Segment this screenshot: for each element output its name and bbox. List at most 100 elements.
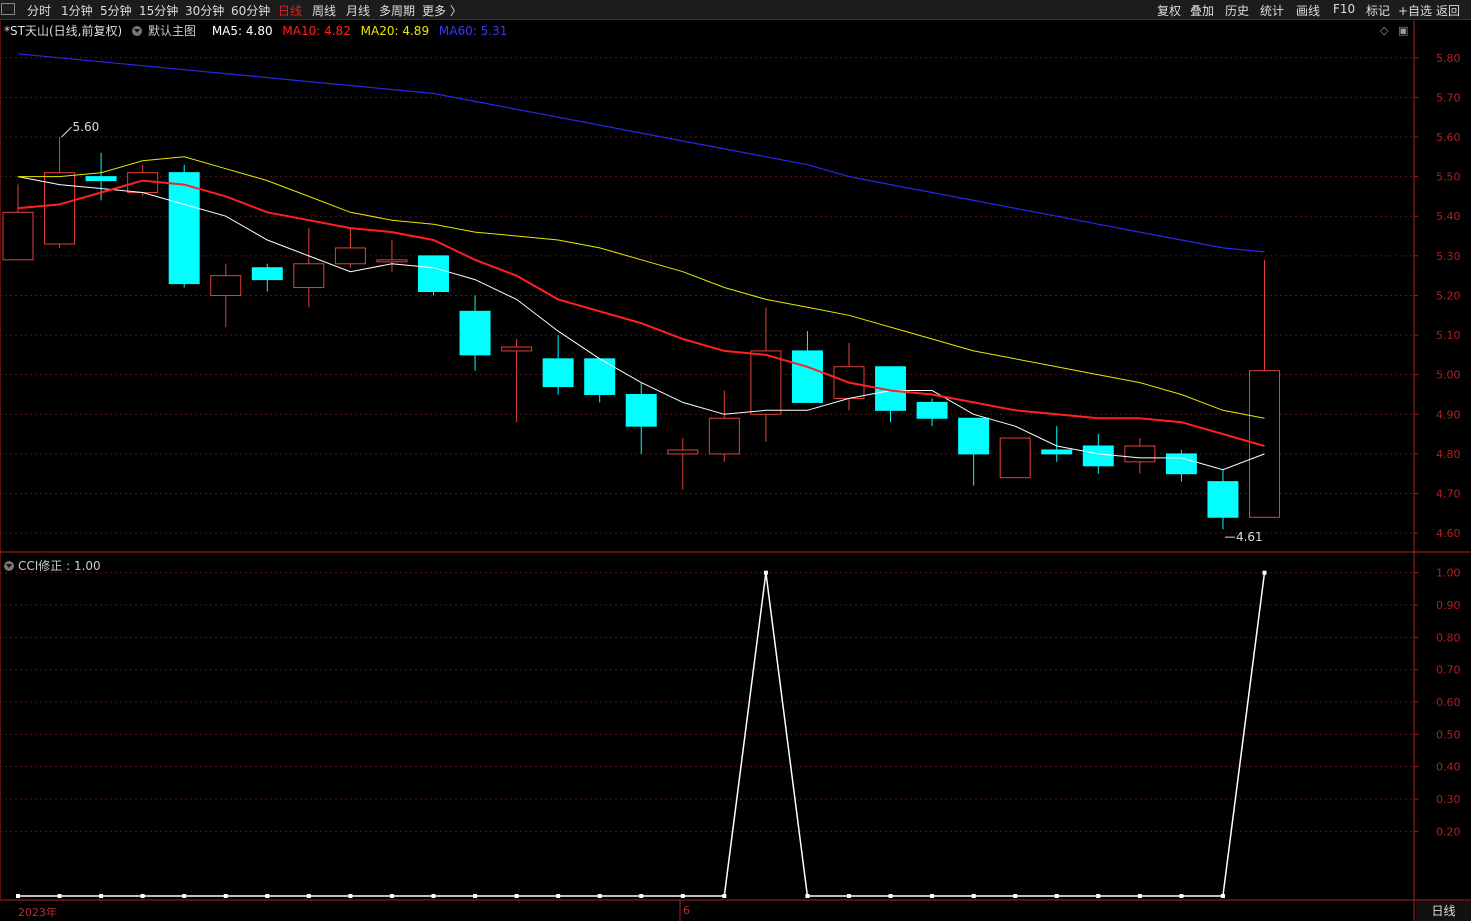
candle-body [625, 393, 657, 427]
cci-point [556, 894, 561, 898]
annotation-pointer [61, 126, 72, 138]
candle-body [1082, 445, 1114, 467]
price-tick-label: 4.70 [1436, 488, 1461, 501]
cci-point [1096, 894, 1101, 898]
price-tick-label: 5.60 [1436, 131, 1461, 144]
cci-point [763, 570, 768, 575]
candle-body [1165, 453, 1197, 475]
main-legend: *ST天山(日线,前复权) 默认主图 MA5: 4.80 MA10: 4.82 … [4, 22, 513, 39]
cci-point [1179, 894, 1184, 898]
candle-body [542, 358, 574, 388]
ma-line-ma60 [17, 53, 1265, 253]
dropdown-icon [4, 561, 14, 571]
candle-body [999, 437, 1031, 479]
stock-name: *ST天山(日线,前复权) [4, 24, 123, 38]
cci-tick-label: 0.70 [1436, 664, 1461, 677]
cci-tick-label: 0.20 [1436, 825, 1461, 838]
price-tick-label: 4.80 [1436, 448, 1461, 461]
price-tick-label: 5.10 [1436, 329, 1461, 342]
candle-body [708, 417, 740, 455]
candle-body [1041, 449, 1073, 455]
candle-body [501, 346, 533, 352]
panel-icon[interactable]: ▣ [1398, 24, 1408, 37]
candle-body [44, 172, 76, 245]
annotation-label: 4.61 [1236, 530, 1263, 544]
price-tick-label: 5.00 [1436, 369, 1461, 382]
price-tick-label: 5.70 [1436, 91, 1461, 104]
cci-point [223, 894, 228, 898]
cci-point [431, 894, 436, 898]
x-label-month: 6 [683, 904, 690, 917]
price-tick-label: 5.40 [1436, 210, 1461, 223]
cci-point [1054, 894, 1059, 898]
ma5-value: MA5: 4.80 [211, 24, 273, 38]
price-tick-label: 4.90 [1436, 408, 1461, 421]
candle-body [1124, 445, 1156, 463]
indicator-label: 默认主图 [147, 24, 196, 38]
cci-point [1137, 894, 1142, 898]
cci-point [306, 894, 311, 898]
cci-tick-label: 0.30 [1436, 793, 1461, 806]
candle-body [251, 267, 283, 281]
candle-body [1207, 481, 1239, 518]
cci-point [930, 894, 935, 898]
price-tick-label: 5.30 [1436, 250, 1461, 263]
cci-point [57, 894, 62, 898]
cci-point [888, 894, 893, 898]
cci-point [348, 894, 353, 898]
x-label-year: 2023年 [18, 906, 57, 919]
ma10-value: MA10: 4.82 [282, 24, 351, 38]
cci-tick-label: 0.90 [1436, 599, 1461, 612]
candle-body [210, 275, 242, 296]
cci-point [805, 894, 810, 898]
candle-body [584, 358, 616, 395]
candle-body [168, 172, 200, 285]
cci-tick-label: 0.60 [1436, 696, 1461, 709]
corner-controls: ◇ ▣ [1380, 24, 1408, 37]
cci-point [847, 894, 851, 898]
ma-line-ma20 [18, 156, 1265, 419]
kline-chart[interactable]: 5.80 5.70 5.60 5.50 5.40 5.30 5.20 5.10 5.00 4.90… [0, 0, 1471, 921]
candle-body [916, 401, 948, 419]
price-tick-label: 5.80 [1436, 52, 1461, 65]
candle-body [667, 449, 699, 455]
cci-point [722, 894, 727, 898]
candle-body [418, 255, 449, 292]
price-tick-label: 5.20 [1436, 289, 1461, 302]
candle-body [2, 211, 34, 261]
cci-point [182, 894, 187, 898]
diamond-icon[interactable]: ◇ [1380, 24, 1388, 37]
indicator-selector[interactable]: 默认主图 [131, 24, 202, 38]
cci-point [1013, 894, 1018, 898]
candle-body [334, 247, 366, 265]
candle-body [376, 259, 408, 263]
candle-body [459, 310, 491, 356]
period-indicator[interactable]: 日线 [1416, 901, 1471, 921]
candle-body [293, 263, 325, 289]
candle-body [958, 417, 990, 455]
cci-label: CCI修正 : 1.00 [18, 559, 101, 573]
cci-point [639, 894, 644, 898]
cci-tick-label: 1.00 [1436, 567, 1461, 580]
cci-tick-label: 0.80 [1436, 631, 1461, 644]
cci-point [389, 894, 394, 898]
cci-point [265, 894, 270, 898]
candle-body [85, 176, 117, 182]
cci-point [140, 894, 145, 898]
price-tick-label: 5.50 [1436, 171, 1461, 184]
cci-point [514, 894, 519, 898]
cci-point [680, 894, 685, 898]
dropdown-icon [131, 26, 142, 36]
cci-tick-label: 0.50 [1436, 728, 1461, 741]
cci-point [473, 894, 478, 898]
cci-tick-label: 0.40 [1436, 761, 1461, 774]
candle-body [750, 350, 782, 415]
cci-legend[interactable]: CCI修正 : 1.00 [4, 557, 101, 574]
cci-point [1220, 894, 1225, 898]
price-tick-label: 4.60 [1436, 527, 1461, 540]
cci-point [16, 894, 20, 898]
annotation-label: 5.60 [73, 120, 100, 134]
cci-point [597, 894, 602, 898]
candle-body [791, 350, 823, 403]
ma60-value: MA60: 5.31 [438, 24, 508, 38]
